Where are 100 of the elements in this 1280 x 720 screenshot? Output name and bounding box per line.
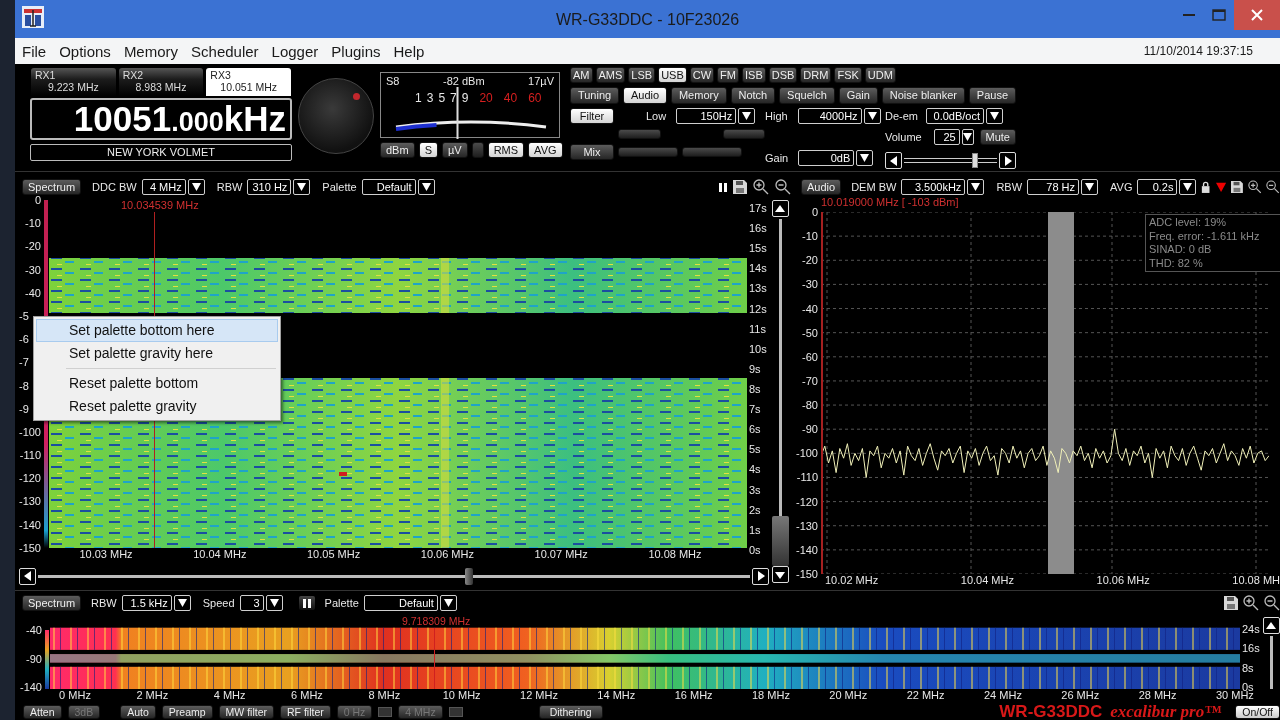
menu-item[interactable]: Set palette bottom here xyxy=(36,319,278,342)
mode-button[interactable]: DRM xyxy=(800,67,832,83)
scrollbar-thumb[interactable] xyxy=(465,567,474,585)
dropdown-button[interactable] xyxy=(1179,179,1197,195)
dsp-tab[interactable]: Memory xyxy=(671,87,727,104)
dropdown-field[interactable]: Default xyxy=(363,595,438,611)
dropdown-button[interactable] xyxy=(986,108,1003,124)
dropdown-button[interactable] xyxy=(265,595,283,611)
scroll-left-button[interactable] xyxy=(885,152,902,169)
unit-button[interactable]: dBm xyxy=(380,142,415,158)
dropdown-button[interactable] xyxy=(293,179,311,195)
dropdown-button[interactable] xyxy=(856,150,874,166)
dropdown-field[interactable]: 0.2s xyxy=(1137,179,1178,195)
power-button[interactable]: On/Off xyxy=(1235,705,1280,719)
menu-item[interactable]: Plugins xyxy=(331,42,381,60)
dropdown-field[interactable]: 150Hz xyxy=(676,108,737,124)
filter-button[interactable]: Filter xyxy=(570,108,614,124)
pause-button[interactable] xyxy=(298,596,315,610)
menu-item[interactable]: Reset palette gravity xyxy=(36,395,278,418)
dropdown-field[interactable]: 3 xyxy=(239,595,264,611)
dropdown-field[interactable]: 4000Hz xyxy=(797,108,862,124)
zoom-out-icon[interactable] xyxy=(1266,179,1280,195)
pause-icon[interactable] xyxy=(719,182,727,192)
slider-track[interactable] xyxy=(904,153,997,168)
spectrum-button[interactable]: Spectrum xyxy=(22,179,82,195)
mode-button[interactable]: CW xyxy=(689,67,715,83)
dropdown-button[interactable] xyxy=(961,129,974,145)
dropdown-field[interactable]: 0.0dB/oct xyxy=(926,108,984,124)
dropdown-field[interactable]: 0dB xyxy=(798,150,855,166)
dropdown-field[interactable]: 78 Hz xyxy=(1027,179,1080,195)
footer-button[interactable]: RF filter xyxy=(280,705,331,719)
dropdown-field[interactable]: 1.5 kHz xyxy=(121,595,172,611)
dsp-tab[interactable]: Pause xyxy=(968,87,1016,104)
menu-item[interactable]: Scheduler xyxy=(191,42,259,60)
receiver-tab[interactable]: RX3 10.051 MHz xyxy=(206,68,291,96)
dropdown-field[interactable]: 4 MHz xyxy=(141,179,186,195)
mode-button[interactable]: ISB xyxy=(742,67,766,83)
scroll-up-button[interactable] xyxy=(1262,617,1280,634)
zoom-in-icon[interactable] xyxy=(753,179,769,195)
menu-item[interactable]: Memory xyxy=(123,42,179,60)
footer-button[interactable]: Dithering xyxy=(538,705,603,719)
menu-item[interactable]: Help xyxy=(393,42,425,60)
mode-button[interactable]: AM xyxy=(570,67,593,83)
menu-item[interactable]: Set palette gravity here xyxy=(36,342,278,365)
audio-button[interactable]: Audio xyxy=(801,179,842,195)
footer-button[interactable]: Atten xyxy=(23,705,62,719)
zoom-out-icon[interactable] xyxy=(775,179,791,195)
dsp-tab[interactable]: Tuning xyxy=(570,87,620,104)
scroll-up-button[interactable] xyxy=(771,200,789,217)
dsp-tab[interactable]: Gain xyxy=(838,87,878,104)
dropdown-button[interactable] xyxy=(417,179,435,195)
menu-item[interactable]: Options xyxy=(59,42,111,60)
unit-button[interactable]: S xyxy=(418,142,438,158)
scrollbar-track[interactable] xyxy=(1269,636,1273,689)
footer-button[interactable]: Preamp xyxy=(161,705,213,719)
zoom-out-icon[interactable] xyxy=(1264,595,1280,611)
slider-thumb[interactable] xyxy=(971,153,978,168)
mode-button[interactable]: FSK xyxy=(834,67,862,83)
mode-button[interactable]: UDM xyxy=(864,67,896,83)
zoom-in-icon[interactable] xyxy=(1243,595,1259,611)
mode-button[interactable]: DSB xyxy=(768,67,798,83)
dropdown-button[interactable] xyxy=(173,595,191,611)
dropdown-button[interactable] xyxy=(863,108,881,124)
close-button[interactable] xyxy=(1234,0,1280,30)
blank-button[interactable] xyxy=(378,707,393,717)
dropdown-button[interactable] xyxy=(738,108,756,124)
mode-button[interactable]: LSB xyxy=(628,67,656,83)
dsp-tab[interactable]: Notch xyxy=(730,87,776,104)
scroll-right-button[interactable] xyxy=(752,567,769,585)
dsp-tab[interactable]: Audio xyxy=(623,87,668,104)
mode-button[interactable]: FM xyxy=(717,67,739,83)
mode-button[interactable]: USB xyxy=(658,67,687,83)
menu-item[interactable]: Reset palette bottom xyxy=(36,372,278,395)
dropdown-field[interactable]: Default xyxy=(361,179,416,195)
dsp-tab[interactable]: Squelch xyxy=(779,87,835,104)
detector-button[interactable]: AVG xyxy=(528,142,563,158)
save-icon[interactable] xyxy=(1230,180,1243,194)
mute-button[interactable]: Mute xyxy=(979,129,1016,145)
unit-button[interactable]: µV xyxy=(441,142,468,158)
detector-button[interactable]: RMS xyxy=(487,142,525,158)
receiver-tab[interactable]: RX1 9.223 MHz xyxy=(31,68,116,96)
scrollbar-thumb[interactable] xyxy=(771,516,789,566)
dropdown-field[interactable]: 310 Hz xyxy=(247,179,292,195)
dropdown-button[interactable] xyxy=(439,595,457,611)
dropdown-field[interactable]: 3.500kHz xyxy=(901,179,966,195)
menu-item[interactable]: Logger xyxy=(271,42,319,60)
lock-icon[interactable] xyxy=(1201,180,1211,194)
scroll-down-button[interactable] xyxy=(771,566,789,583)
mode-button[interactable]: AMS xyxy=(595,67,626,83)
dropdown-button[interactable] xyxy=(187,179,205,195)
footer-button[interactable]: MW filter xyxy=(218,705,274,719)
blank-button[interactable] xyxy=(448,707,463,717)
dropdown-button[interactable] xyxy=(1081,179,1099,195)
menu-item[interactable]: File xyxy=(22,42,47,60)
receiver-tab[interactable]: RX2 8.983 MHz xyxy=(118,68,204,96)
dropdown-field[interactable]: 25 xyxy=(933,129,960,145)
zoom-in-icon[interactable] xyxy=(1247,179,1262,195)
spectrum-button[interactable]: Spectrum xyxy=(22,595,82,611)
dropdown-button[interactable] xyxy=(967,179,985,195)
marker-icon[interactable] xyxy=(1215,181,1226,193)
